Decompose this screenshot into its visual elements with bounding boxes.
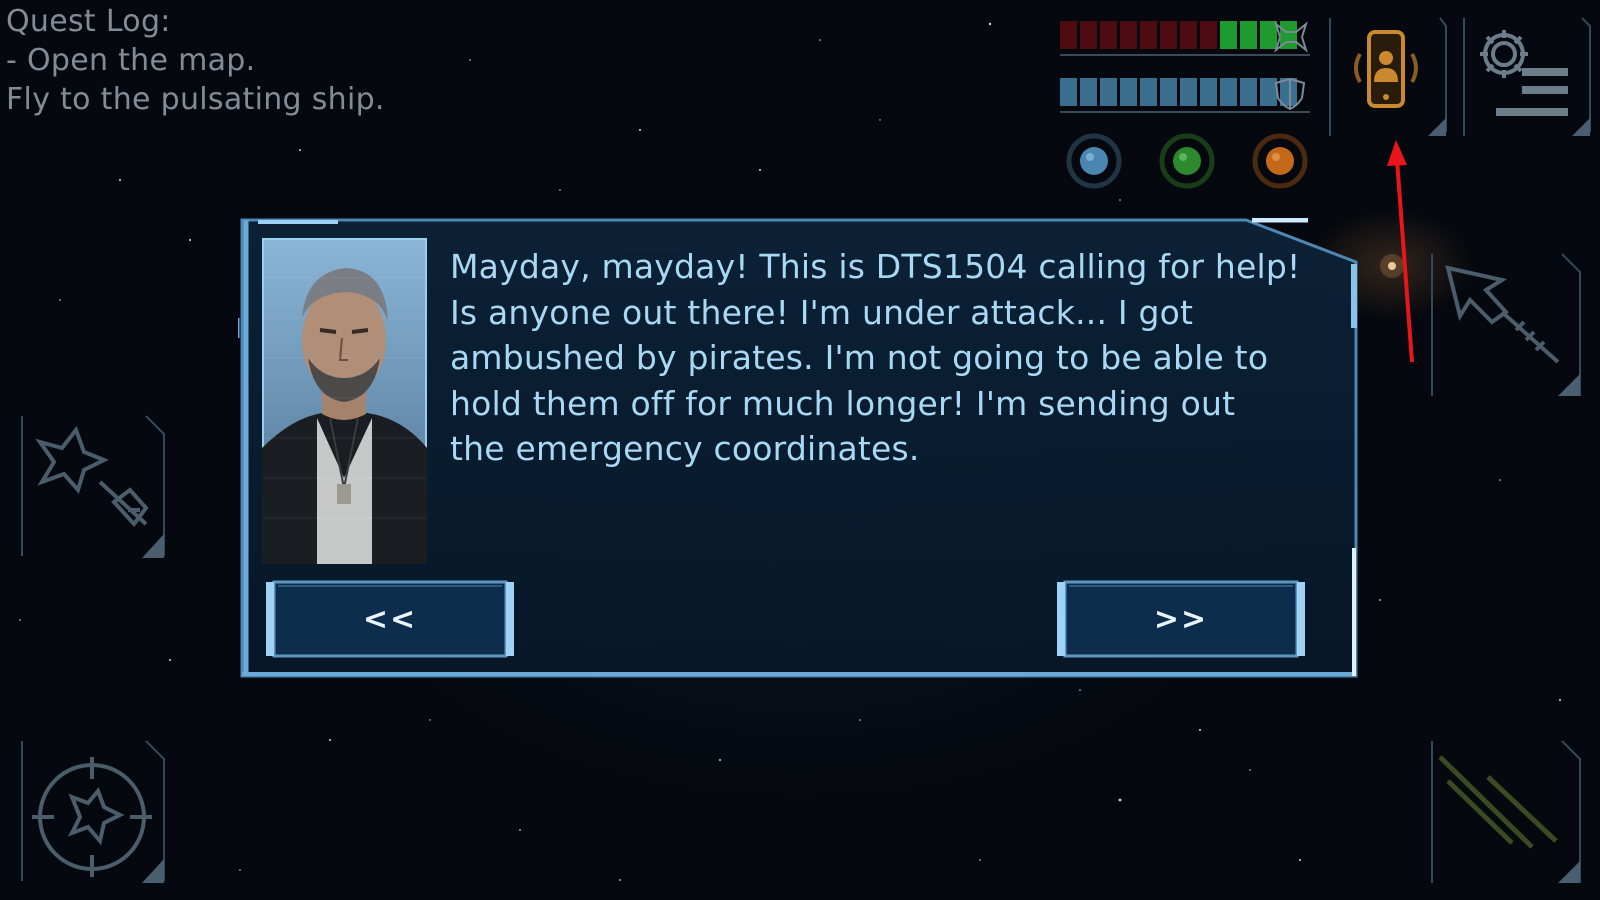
bar-segment [1140,21,1157,49]
game-screen: Quest Log: - Open the map. Fly to the pu… [0,0,1600,900]
quest-log-line: Fly to the pulsating ship. [6,82,385,117]
missile-launch-button[interactable] [1428,250,1588,400]
message-line: hold them off for much longer! I'm sendi… [450,383,1236,423]
bar-segment [1060,78,1077,106]
previous-button[interactable]: << [264,578,516,660]
shield-bar [1060,78,1297,106]
green-orb-indicator[interactable] [1159,133,1215,189]
message-line: the emergency coordinates. [450,429,920,468]
bar-segment [1240,21,1257,49]
orange-orb-indicator[interactable] [1252,133,1308,189]
transmission-message: Mayday, mayday! This is DTS1504 calling … [450,244,1330,472]
bar-segment [1100,78,1117,106]
gear-icon [1480,30,1528,78]
quest-log-line: - Open the map. [6,43,256,78]
bar-segment [1200,21,1217,49]
previous-button-label: << [362,601,418,637]
bar-segment [1220,78,1237,106]
missile-ship-icon [1445,265,1560,364]
blue-orb-indicator[interactable] [1066,133,1122,189]
bar-segment [1180,21,1197,49]
ship-hull-icon [1274,21,1308,53]
bar-segment [1200,78,1217,106]
bar-segment [1120,21,1137,49]
settings-button[interactable] [1460,16,1594,140]
shield-icon [1274,77,1306,111]
ship-weapon-icon [35,425,149,528]
bar-segment [1240,78,1257,106]
quest-log-title: Quest Log: [6,4,171,39]
next-button[interactable]: >> [1055,578,1307,660]
bar-segment [1220,21,1237,49]
phone-contact-icon [1354,30,1418,108]
bar-segment [1100,21,1117,49]
speed-lines-icon [1438,755,1558,849]
message-line: Is anyone out there! I'm under attack...… [450,292,1194,332]
next-button-label: >> [1153,601,1209,637]
hull-bar-underline [1060,54,1310,56]
communicator-phone-button[interactable] [1326,16,1450,140]
bearded-pilot-portrait [262,238,427,564]
bar-segment [1140,78,1157,106]
bar-segment [1120,78,1137,106]
target-lock-button[interactable] [18,737,168,885]
hull-health-bar [1060,21,1297,49]
crosshair-ship-icon [32,757,152,877]
message-line: Mayday, mayday! This is DTS1504 calling … [450,247,1301,286]
message-line: ambushed by pirates. I'm not going to be… [450,338,1269,377]
bar-segment [1080,21,1097,49]
bar-segment [1180,78,1197,106]
bar-segment [1160,21,1177,49]
transmission-dialog: Mayday, mayday! This is DTS1504 calling … [238,218,1360,680]
boost-button[interactable] [1428,737,1588,887]
bar-segment [1160,78,1177,106]
quest-log: Quest Log: - Open the map. Fly to the pu… [6,2,385,119]
bar-segment [1080,78,1097,106]
bar-segment [1060,21,1077,49]
weapon-fire-button[interactable] [18,412,168,560]
